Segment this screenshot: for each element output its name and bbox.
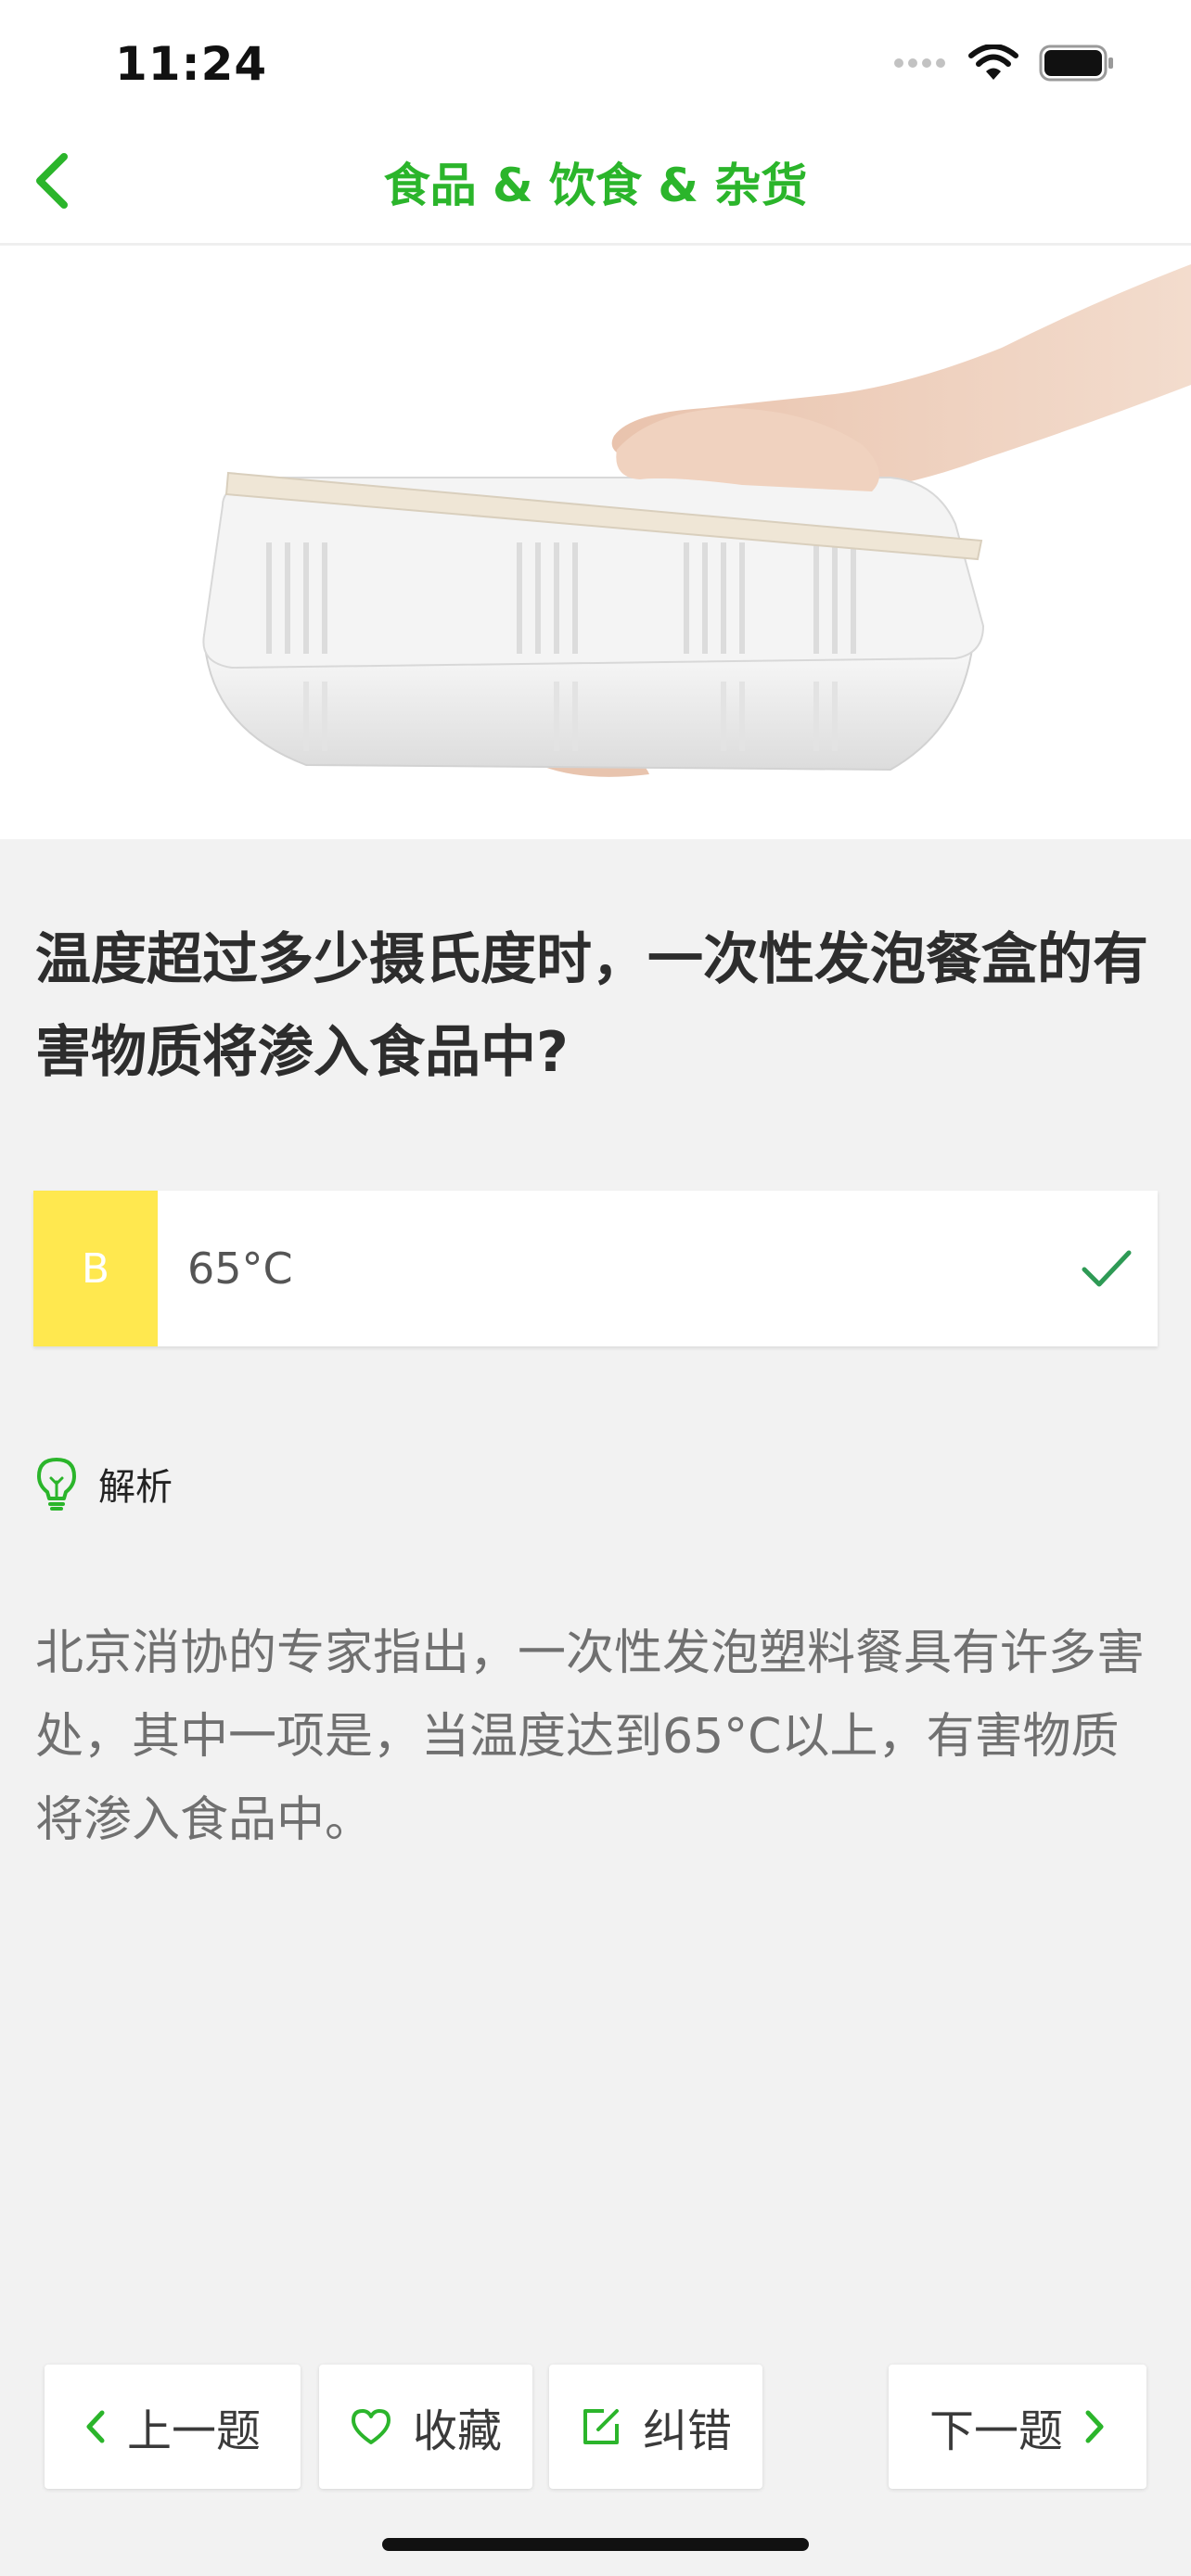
- previous-question-button[interactable]: 上一题: [45, 2365, 301, 2489]
- chevron-left-icon: [86, 2410, 105, 2443]
- cellular-signal-icon: [894, 58, 945, 68]
- correct-check-icon: [1056, 1191, 1158, 1346]
- next-question-label: 下一题: [928, 2405, 1063, 2457]
- home-indicator[interactable]: [382, 2538, 809, 2551]
- analysis-header: 解析: [35, 1456, 173, 1511]
- lightbulb-icon: [37, 1458, 76, 1511]
- battery-icon: [1039, 45, 1113, 82]
- chevron-left-icon: [36, 153, 68, 209]
- report-error-button[interactable]: 纠错: [549, 2365, 762, 2489]
- heart-icon: [351, 2409, 391, 2444]
- wifi-icon: [968, 45, 1018, 80]
- answer-letter-badge: B: [33, 1191, 158, 1346]
- analysis-label: 解析: [98, 1466, 173, 1509]
- answer-text: 65°C: [187, 1243, 293, 1294]
- favorite-button[interactable]: 收藏: [319, 2365, 532, 2489]
- question-text: 温度超过多少摄氏度时，一次性发泡餐盒的有害物质将渗入食品中?: [35, 927, 1148, 1085]
- answer-option[interactable]: B 65°C: [33, 1191, 1158, 1346]
- header: 11:24 食品 & 饮食 & 杂货: [0, 0, 1191, 245]
- back-button[interactable]: [19, 147, 83, 215]
- status-time: 11:24: [115, 37, 268, 91]
- page-title: 食品 & 饮食 & 杂货: [383, 159, 808, 212]
- foam-food-box-image: [202, 264, 1191, 777]
- analysis-text: 北京消协的专家指出，一次性发泡塑料餐具有许多害处，其中一项是，当温度达到65°C…: [35, 1626, 1146, 1848]
- previous-question-label: 上一题: [126, 2405, 261, 2457]
- next-question-button[interactable]: 下一题: [889, 2365, 1146, 2489]
- screen: 11:24 食品 & 饮食 & 杂货 温度超过多少摄氏度时，一次性发泡餐盒的有害…: [0, 0, 1191, 2576]
- chevron-right-icon: [1085, 2410, 1104, 2443]
- favorite-label: 收藏: [412, 2405, 502, 2457]
- status-icons: [892, 45, 1115, 82]
- report-error-label: 纠错: [642, 2405, 732, 2457]
- edit-icon: [583, 2409, 619, 2444]
- question-image: [0, 246, 1191, 839]
